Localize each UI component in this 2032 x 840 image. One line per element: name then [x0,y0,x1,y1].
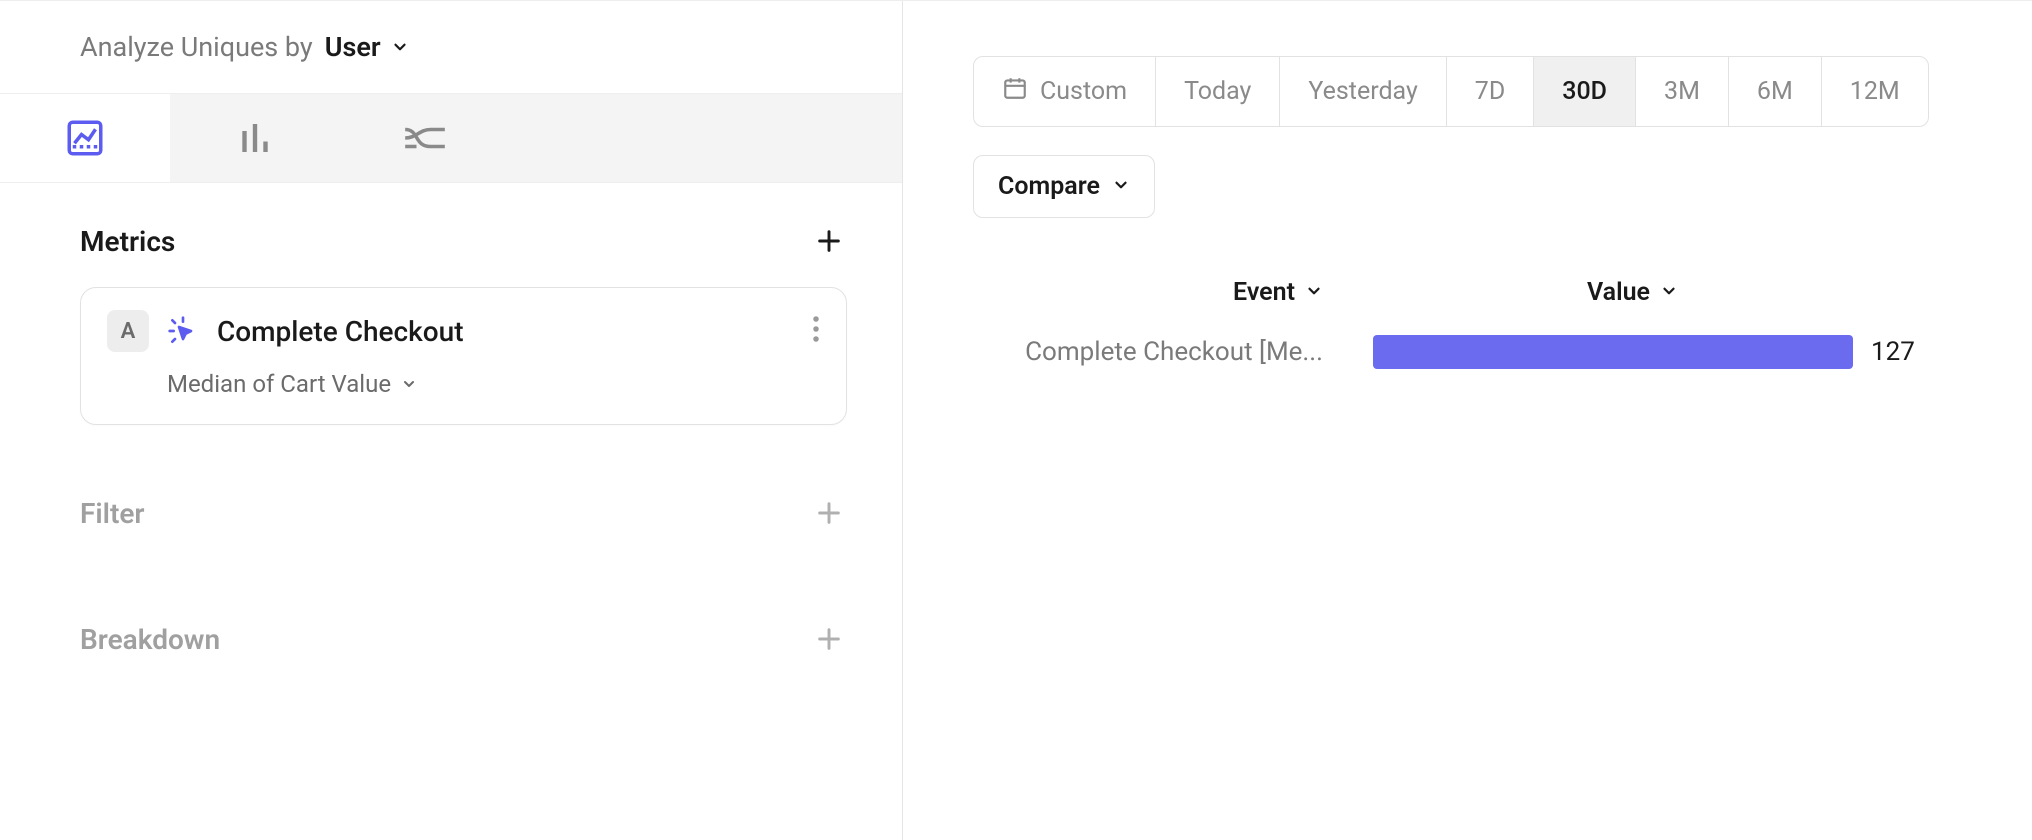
metric-aggregation-dropdown[interactable]: Median of Cart Value [167,370,820,398]
cursor-click-icon [167,315,199,347]
date-tab-label: Yesterday [1308,77,1417,106]
calendar-icon [1002,75,1028,108]
metrics-title: Metrics [80,225,175,258]
value-header-label: Value [1587,278,1650,307]
chevron-down-icon [1305,278,1323,307]
analyze-uniques-dropdown[interactable]: User [325,31,409,63]
date-tab-label: 7D [1475,77,1505,106]
add-metric-button[interactable] [811,223,847,259]
config-panel: Analyze Uniques by User [0,1,903,840]
date-tab-label: 30D [1562,77,1607,106]
analyze-value: User [325,31,381,63]
result-headers: Event Value [973,278,1972,307]
filter-header: Filter [80,495,847,531]
results-panel: Custom Today Yesterday 7D 30D 3M 6M 12M … [903,1,2032,840]
metric-more-button[interactable] [812,314,820,348]
chevron-down-icon [391,31,409,63]
breakdown-title: Breakdown [80,623,220,656]
breakdown-section: Breakdown [0,531,902,657]
filter-section: Filter [0,425,902,531]
date-tab-label: 3M [1664,77,1700,106]
chart-tab-bar[interactable] [170,94,340,182]
result-bar-cell: 127 [1373,335,1972,369]
metrics-section: Metrics A Complete Checkout M [0,183,902,425]
date-tab-label: 6M [1757,77,1793,106]
chart-tab-line[interactable] [0,94,170,182]
result-row: Complete Checkout [Me... 127 [973,335,1972,369]
date-tab-6m[interactable]: 6M [1729,57,1822,126]
date-tab-30d[interactable]: 30D [1534,57,1636,126]
metrics-header: Metrics [80,223,847,259]
chart-type-tabs [0,94,902,183]
date-tab-3m[interactable]: 3M [1636,57,1729,126]
add-filter-button[interactable] [811,495,847,531]
filter-title: Filter [80,497,145,530]
event-column-header[interactable]: Event [973,278,1373,307]
result-event-label: Complete Checkout [Me... [973,337,1373,367]
date-tab-label: 12M [1850,77,1900,106]
result-value: 127 [1871,337,1915,367]
analyze-uniques-row: Analyze Uniques by User [0,1,902,94]
date-tab-7d[interactable]: 7D [1447,57,1534,126]
chevron-down-icon [1112,172,1130,201]
date-tab-12m[interactable]: 12M [1822,57,1928,126]
date-tab-today[interactable]: Today [1156,57,1280,126]
compare-label: Compare [998,172,1100,201]
metric-main-row: A Complete Checkout [107,310,820,352]
chevron-down-icon [401,370,417,398]
date-range-tabs: Custom Today Yesterday 7D 30D 3M 6M 12M [973,56,1929,127]
date-tab-custom[interactable]: Custom [974,57,1156,126]
breakdown-header: Breakdown [80,621,847,657]
chart-tab-flow[interactable] [340,94,510,182]
compare-dropdown[interactable]: Compare [973,155,1155,218]
chart-tab-grid[interactable] [510,94,680,182]
event-header-label: Event [1233,278,1295,307]
add-breakdown-button[interactable] [811,621,847,657]
metric-name: Complete Checkout [217,315,464,348]
result-bar [1373,335,1853,369]
metric-aggregation-label: Median of Cart Value [167,370,391,398]
metric-card[interactable]: A Complete Checkout Median of Cart Value [80,287,847,425]
metric-badge: A [107,310,149,352]
value-column-header[interactable]: Value [1373,278,1972,307]
date-tab-label: Today [1184,77,1251,106]
chevron-down-icon [1660,278,1678,307]
analyze-label: Analyze Uniques by [80,31,313,63]
date-tab-yesterday[interactable]: Yesterday [1280,57,1446,126]
date-tab-label: Custom [1040,77,1127,106]
